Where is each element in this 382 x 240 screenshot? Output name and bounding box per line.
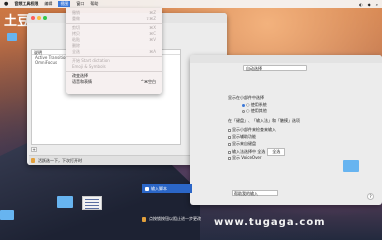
- footer-text: 活跃选一下，下次打开时: [38, 157, 82, 163]
- checkbox-icon[interactable]: [228, 142, 231, 146]
- checkbox-icon[interactable]: [228, 156, 231, 160]
- keyboard-icon: [145, 186, 149, 191]
- add-button[interactable]: +: [31, 147, 37, 152]
- folder-icon[interactable]: [0, 210, 14, 220]
- menu-item-shortcut: ⇧⌘Z: [145, 16, 156, 21]
- menu-item-help[interactable]: 帮助: [90, 1, 98, 7]
- checkbox-label: 显示小部件来检查来输入: [232, 127, 276, 132]
- checkbox-icon[interactable]: [228, 135, 231, 139]
- status-icon[interactable]: ◆: [368, 2, 371, 7]
- checkbox-row[interactable]: 显示 VoiceOver: [228, 155, 262, 161]
- radio-icon[interactable]: [242, 109, 245, 113]
- checkbox-row[interactable]: 显示小部件来检查来输入: [228, 127, 276, 133]
- radio-other[interactable]: ○ 使用其他: [242, 108, 267, 114]
- lock-bar: 点按锁按钮以阻止进一步更改: [142, 216, 201, 222]
- menu-item-edit[interactable]: 编辑: [44, 1, 52, 7]
- popup-button[interactable]: 全选: [267, 148, 286, 156]
- minimize-button[interactable]: [37, 16, 41, 20]
- checkbox-label: 显示辅助功能: [232, 134, 256, 139]
- prefs-label: 显示在小部件中选择: [228, 95, 264, 100]
- radio-label: ○ 使用系统: [246, 102, 267, 107]
- menu-item-label: Emoji & Symbols: [72, 64, 106, 69]
- checkbox-row[interactable]: 显示辅助功能: [228, 134, 256, 140]
- watermark-text: www.tugaga.com: [214, 217, 326, 228]
- zoom-button[interactable]: [43, 16, 47, 20]
- search-icon[interactable]: ⌕: [376, 2, 378, 7]
- menu-extras: ◐ ◆ ⌕: [359, 2, 382, 7]
- menu-item[interactable]: Emoji & Symbols: [66, 64, 162, 70]
- apple-icon[interactable]: ●: [4, 1, 8, 7]
- menu-separator: [66, 23, 162, 24]
- folder-icon[interactable]: [57, 196, 73, 208]
- checkbox-label: 显示 VoiceOver: [232, 155, 262, 160]
- input-select[interactable]: 自动选择: [243, 65, 307, 71]
- view-dropdown-menu: 撤销 ⌘Z 重做 ⇧⌘Z 剪切 ⌘X 拷贝 ⌘C 粘贴 ⌘V 删除 全选 ⌘A 开始 Start dict…: [66, 8, 162, 94]
- folder-icon[interactable]: [7, 33, 17, 41]
- menu-item-shortcut: ⌘V: [149, 37, 156, 42]
- prefs-label: 在「键盘」、「输入法」和「触摸」选项: [228, 118, 300, 123]
- lock-icon[interactable]: [142, 216, 146, 222]
- help-button[interactable]: ?: [367, 193, 374, 200]
- folder-icon[interactable]: [343, 160, 359, 172]
- menu-item-label: 重做: [72, 16, 80, 21]
- menu-separator: [66, 56, 162, 57]
- menu-item-window[interactable]: 窗口: [76, 1, 84, 7]
- menu-item-view[interactable]: 视图: [58, 1, 71, 7]
- keyboard-preferences-window: 自动选择 显示在小部件中选择 ○ 使用系统 ○ 使用其他 在「键盘」、「输入法」…: [190, 55, 382, 205]
- lock-icon[interactable]: [31, 158, 35, 163]
- menu-app-name[interactable]: 音频工具权限: [14, 1, 38, 7]
- menu-item[interactable]: 重做 ⇧⌘Z: [66, 16, 162, 22]
- prefs-titlebar: [190, 55, 382, 63]
- menu-item[interactable]: 全选 ⌘A: [66, 49, 162, 55]
- help-input-button[interactable]: 帮助我的输入: [232, 190, 278, 196]
- menu-item-label: 语音和表情: [72, 79, 92, 84]
- sidebar-item-label: 输入脚本: [151, 185, 167, 191]
- checkbox-icon[interactable]: [228, 150, 231, 154]
- menu-item-shortcut: ^⌘空白: [140, 79, 156, 84]
- checkbox-icon[interactable]: [228, 128, 231, 132]
- checkbox-label: 显示来自键盘: [232, 141, 256, 146]
- sidebar-item-selected[interactable]: 输入脚本: [142, 184, 192, 193]
- checkbox-label: 输入法选择中 全选: [232, 149, 266, 154]
- radio-label: ○ 使用其他: [246, 108, 267, 113]
- menu-item[interactable]: 语音和表情 ^⌘空白: [66, 79, 162, 85]
- lock-text: 点按锁按钮以阻止进一步更改: [149, 216, 201, 221]
- menu-item-shortcut: ⌘A: [149, 49, 156, 54]
- radio-icon[interactable]: [242, 103, 245, 107]
- menu-separator: [66, 71, 162, 72]
- menu-item-label: 全选: [72, 49, 80, 54]
- document-icon[interactable]: [82, 196, 102, 210]
- close-button[interactable]: [31, 16, 35, 20]
- menu-bar: ● 音频工具权限 编辑 视图 窗口 帮助 ◐ ◆ ⌕: [0, 0, 382, 8]
- status-icon[interactable]: ◐: [359, 2, 363, 7]
- checkbox-row[interactable]: 显示来自键盘: [228, 141, 256, 147]
